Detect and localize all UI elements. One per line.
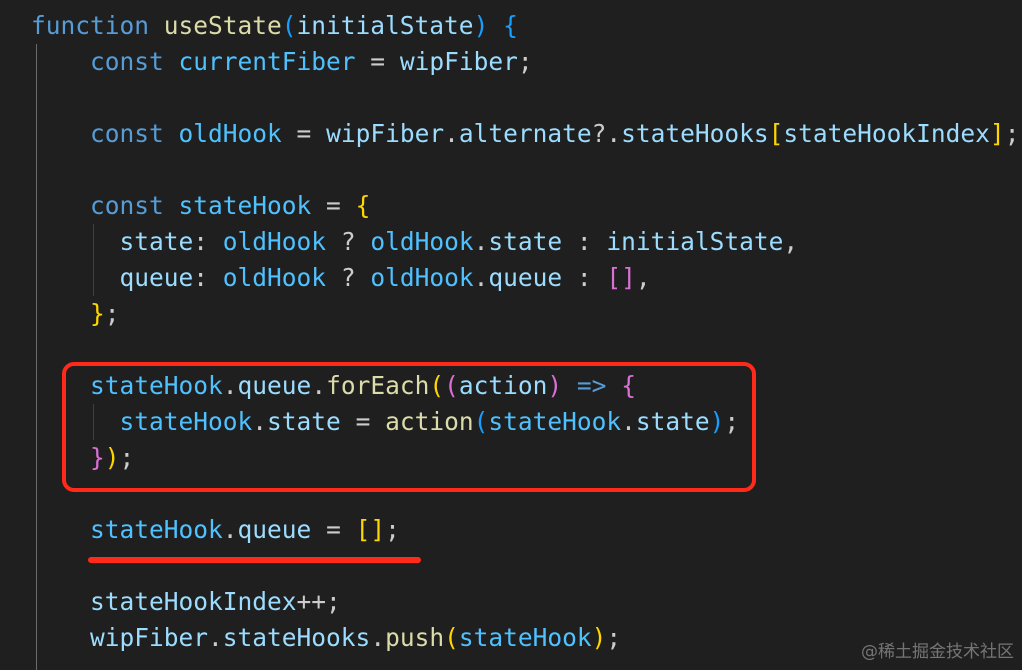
code-token: [ xyxy=(768,119,784,148)
code-token: } xyxy=(90,299,105,328)
code-token: currentFiber xyxy=(178,47,356,76)
code-token: alternate xyxy=(458,119,592,148)
code-line: const stateHook = { xyxy=(31,188,370,224)
code-token: ; xyxy=(385,515,400,544)
code-line: const currentFiber = wipFiber; xyxy=(31,44,533,80)
code-token: const xyxy=(90,119,179,148)
code-editor[interactable]: function useState(initialState) { const … xyxy=(0,0,1022,670)
code-token: oldHook xyxy=(222,227,327,256)
code-token: push xyxy=(385,623,445,652)
code-token: , xyxy=(783,227,799,256)
code-token: . xyxy=(473,263,489,292)
code-token: state xyxy=(488,227,563,256)
highlight-box xyxy=(62,362,756,492)
code-token: ) xyxy=(473,11,489,40)
code-token: stateHooks xyxy=(621,119,769,148)
code-token: wipFiber xyxy=(399,47,518,76)
code-token: ; xyxy=(1004,119,1020,148)
code-line: }; xyxy=(31,296,120,332)
code-token: stateHooks xyxy=(222,623,371,652)
code-token: function xyxy=(31,11,164,40)
code-token: . xyxy=(222,515,238,544)
code-token: ++; xyxy=(296,587,341,616)
code-line: function useState(initialState) { xyxy=(31,8,518,44)
code-token: ? xyxy=(326,263,371,292)
code-token: oldHook xyxy=(178,119,282,148)
code-token: : xyxy=(193,227,223,256)
code-token: ; xyxy=(517,47,533,76)
code-token: ( xyxy=(281,11,297,40)
code-token: ] xyxy=(989,119,1005,148)
code-line: stateHookIndex++; xyxy=(31,584,341,620)
code-token: stateHook xyxy=(458,623,592,652)
code-token: = xyxy=(311,191,356,220)
code-token: ] xyxy=(370,515,386,544)
code-line: state: oldHook ? oldHook.state : initial… xyxy=(31,224,799,260)
code-token: : xyxy=(562,263,607,292)
code-token: oldHook xyxy=(222,263,327,292)
code-token: const xyxy=(90,47,179,76)
code-token: , xyxy=(635,263,651,292)
code-token: ? xyxy=(326,227,371,256)
code-token: initialState xyxy=(296,11,474,40)
code-token: stateHook xyxy=(178,191,312,220)
code-token: initialState xyxy=(606,227,784,256)
code-token: ) xyxy=(591,623,607,652)
code-token: queue xyxy=(119,263,194,292)
code-token: = xyxy=(311,515,356,544)
code-token: ] xyxy=(621,263,636,292)
code-token: ; xyxy=(606,623,622,652)
code-token: oldHook xyxy=(370,263,474,292)
code-token: wipFiber xyxy=(326,119,445,148)
code-token: queue xyxy=(488,263,563,292)
code-token: stateHookIndex xyxy=(90,587,297,616)
highlight-underline xyxy=(88,557,421,563)
code-token: ; xyxy=(104,299,120,328)
code-line: queue: oldHook ? oldHook.queue : [], xyxy=(31,260,651,296)
code-token: ( xyxy=(444,623,459,652)
code-token: [ xyxy=(606,263,622,292)
code-token: state xyxy=(119,227,194,256)
code-token: { xyxy=(503,11,518,40)
code-token: queue xyxy=(237,515,312,544)
code-token: . xyxy=(208,623,223,652)
code-token: [ xyxy=(355,515,371,544)
code-token: . xyxy=(473,227,489,256)
code-token: = xyxy=(281,119,327,148)
code-token: ?. xyxy=(591,119,622,148)
code-token: : xyxy=(562,227,607,256)
watermark: @稀土掘金技术社区 xyxy=(861,642,1014,662)
code-token: = xyxy=(355,47,400,76)
code-line: stateHook.queue = []; xyxy=(31,512,400,548)
code-token: oldHook xyxy=(370,227,474,256)
code-token: . xyxy=(444,119,459,148)
code-token: stateHookIndex xyxy=(783,119,990,148)
code-token: stateHook xyxy=(90,515,223,544)
code-line: const oldHook = wipFiber.alternate?.stat… xyxy=(31,116,1019,152)
code-token: useState xyxy=(163,11,282,40)
code-line: wipFiber.stateHooks.push(stateHook); xyxy=(31,620,621,656)
code-token: : xyxy=(193,263,223,292)
code-token: wipFiber xyxy=(90,623,209,652)
code-token: const xyxy=(90,191,179,220)
code-token: { xyxy=(355,191,371,220)
code-token: . xyxy=(370,623,386,652)
